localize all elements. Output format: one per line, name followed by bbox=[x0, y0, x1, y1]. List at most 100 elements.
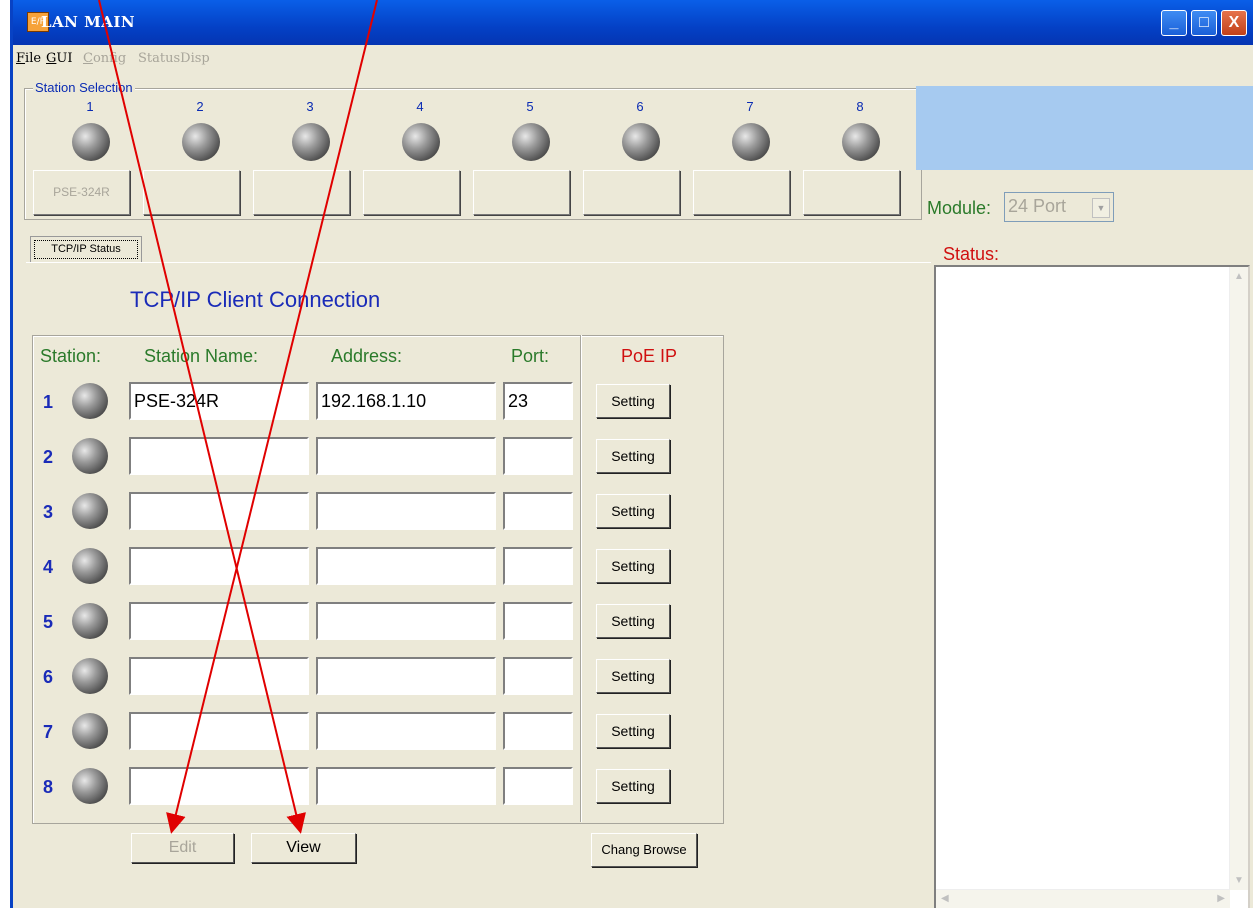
address-input[interactable] bbox=[316, 437, 496, 475]
scroll-right-icon[interactable]: ▶ bbox=[1217, 893, 1225, 904]
address-input[interactable] bbox=[316, 492, 496, 530]
minimize-button[interactable]: _ bbox=[1161, 10, 1187, 36]
station-button-7[interactable] bbox=[693, 170, 790, 215]
station-number: 3 bbox=[306, 99, 314, 114]
station-button-8[interactable] bbox=[803, 170, 900, 215]
maximize-button[interactable]: □ bbox=[1191, 10, 1217, 36]
station-name-header: Station Name: bbox=[144, 346, 259, 366]
port-input[interactable] bbox=[503, 492, 573, 530]
edit-button[interactable]: Edit bbox=[131, 833, 234, 863]
station-led bbox=[72, 123, 110, 161]
address-input[interactable] bbox=[316, 547, 496, 585]
station-button-3[interactable] bbox=[253, 170, 350, 215]
station-button-1[interactable]: PSE-324R bbox=[33, 170, 130, 215]
menu-bar: File GUI Config StatusDisp bbox=[13, 45, 1253, 70]
station-number: 2 bbox=[196, 99, 204, 114]
station-led bbox=[842, 123, 880, 161]
station-button-6[interactable] bbox=[583, 170, 680, 215]
port-input[interactable]: 23 bbox=[503, 382, 573, 420]
connection-led bbox=[72, 768, 108, 804]
scroll-up-icon[interactable]: ▲ bbox=[1234, 271, 1244, 282]
horizontal-scrollbar[interactable]: ◀ ▶ bbox=[936, 889, 1230, 908]
setting-button[interactable]: Setting bbox=[596, 439, 670, 473]
row-number: 3 bbox=[43, 502, 54, 522]
station-header: Station: bbox=[40, 346, 102, 366]
station-button-4[interactable] bbox=[363, 170, 460, 215]
row-number: 2 bbox=[43, 447, 54, 467]
address-input[interactable] bbox=[316, 602, 496, 640]
station-name-input[interactable] bbox=[129, 602, 309, 640]
status-textarea[interactable]: ▲ ▼ ◀ ▶ bbox=[934, 265, 1250, 908]
station-name-input[interactable]: PSE-324R bbox=[129, 382, 309, 420]
station-led bbox=[292, 123, 330, 161]
chang-browse-button[interactable]: Chang Browse bbox=[591, 833, 697, 867]
module-value: 24 Port bbox=[1008, 196, 1067, 216]
close-button[interactable]: X bbox=[1221, 10, 1247, 36]
port-input[interactable] bbox=[503, 712, 573, 750]
connection-led bbox=[72, 383, 108, 419]
port-input[interactable] bbox=[503, 437, 573, 475]
setting-button[interactable]: Setting bbox=[596, 384, 670, 418]
menu-statusdisp[interactable]: StatusDisp bbox=[138, 51, 210, 66]
station-number: 7 bbox=[746, 99, 754, 114]
divider bbox=[580, 335, 581, 822]
scroll-left-icon[interactable]: ◀ bbox=[941, 893, 949, 904]
tab-tcp-ip-status[interactable]: TCP/IP Status bbox=[30, 236, 142, 262]
setting-button[interactable]: Setting bbox=[596, 494, 670, 528]
vertical-scrollbar[interactable]: ▲ ▼ bbox=[1229, 267, 1248, 890]
menu-file[interactable]: File bbox=[16, 51, 41, 66]
setting-button[interactable]: Setting bbox=[596, 604, 670, 638]
station-name-input[interactable] bbox=[129, 437, 309, 475]
address-input[interactable] bbox=[316, 657, 496, 695]
setting-button[interactable]: Setting bbox=[596, 769, 670, 803]
poe-ip-header: PoE IP bbox=[621, 346, 678, 366]
station-name-input[interactable] bbox=[129, 767, 309, 805]
address-input[interactable]: 192.168.1.10 bbox=[316, 382, 496, 420]
page-title: TCP/IP Client Connection bbox=[130, 287, 381, 312]
row-number: 6 bbox=[43, 667, 54, 687]
scroll-down-icon[interactable]: ▼ bbox=[1234, 875, 1244, 886]
menu-config[interactable]: Config bbox=[83, 51, 126, 66]
window-title: LAN MAIN bbox=[41, 13, 136, 31]
station-led bbox=[402, 123, 440, 161]
menu-gui[interactable]: GUI bbox=[46, 51, 72, 66]
chevron-down-icon[interactable]: ▼ bbox=[1092, 198, 1110, 218]
connection-led bbox=[72, 493, 108, 529]
station-led bbox=[622, 123, 660, 161]
station-led bbox=[732, 123, 770, 161]
module-label: Module: bbox=[927, 198, 992, 218]
station-number: 6 bbox=[636, 99, 644, 114]
station-name-input[interactable] bbox=[129, 712, 309, 750]
row-number: 1 bbox=[43, 392, 54, 412]
row-number: 8 bbox=[43, 777, 54, 797]
setting-button[interactable]: Setting bbox=[596, 714, 670, 748]
address-input[interactable] bbox=[316, 712, 496, 750]
port-input[interactable] bbox=[503, 547, 573, 585]
station-led bbox=[182, 123, 220, 161]
address-input[interactable] bbox=[316, 767, 496, 805]
setting-button[interactable]: Setting bbox=[596, 659, 670, 693]
title-bar[interactable]: E/P LAN MAIN _ □ X bbox=[13, 0, 1253, 45]
station-number: 4 bbox=[416, 99, 424, 114]
station-name-input[interactable] bbox=[129, 547, 309, 585]
station-name-input[interactable] bbox=[129, 492, 309, 530]
row-number: 5 bbox=[43, 612, 54, 632]
station-number: 1 bbox=[86, 99, 94, 114]
port-input[interactable] bbox=[503, 767, 573, 805]
port-input[interactable] bbox=[503, 657, 573, 695]
connection-led bbox=[72, 438, 108, 474]
station-selection-legend: Station Selection bbox=[33, 80, 135, 95]
connection-led bbox=[72, 713, 108, 749]
station-number: 8 bbox=[856, 99, 864, 114]
station-button-2[interactable] bbox=[143, 170, 240, 215]
row-number: 7 bbox=[43, 722, 54, 742]
view-button[interactable]: View bbox=[251, 833, 356, 863]
port-input[interactable] bbox=[503, 602, 573, 640]
connection-led bbox=[72, 658, 108, 694]
setting-button[interactable]: Setting bbox=[596, 549, 670, 583]
station-name-input[interactable] bbox=[129, 657, 309, 695]
lan-main-window: E/P LAN MAIN _ □ X File GUI Config Statu… bbox=[10, 0, 1253, 908]
station-button-5[interactable] bbox=[473, 170, 570, 215]
module-select[interactable]: 24 Port ▼ bbox=[1004, 192, 1114, 222]
station-number: 5 bbox=[526, 99, 534, 114]
